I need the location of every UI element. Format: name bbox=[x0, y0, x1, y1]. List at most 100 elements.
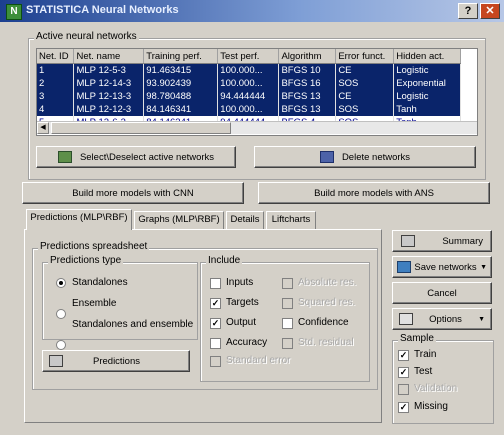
checkbox-targets-label: Targets bbox=[226, 297, 259, 308]
tab-liftcharts[interactable]: Liftcharts bbox=[266, 211, 316, 229]
table-cell: BFGS 10 bbox=[278, 63, 337, 77]
tab-graphs[interactable]: Graphs (MLP\RBF) bbox=[134, 211, 224, 229]
checkbox-confidence-label: Confidence bbox=[298, 317, 349, 328]
checkbox-missing[interactable]: ✓ bbox=[398, 402, 409, 413]
checkbox-test-label: Test bbox=[414, 366, 433, 377]
select-deselect-button[interactable]: Select\Deselect active networks bbox=[36, 146, 236, 168]
column-header[interactable]: Algorithm bbox=[278, 49, 337, 64]
table-cell: BFGS 13 bbox=[278, 103, 337, 116]
checkbox-std-residual bbox=[282, 338, 293, 349]
save-networks-button[interactable]: Save networks ▼ bbox=[392, 256, 492, 278]
table-cell: 100.000... bbox=[217, 103, 280, 116]
scroll-left-arrow[interactable]: ◀ bbox=[37, 122, 49, 134]
checkbox-confidence[interactable] bbox=[282, 318, 293, 329]
horizontal-scroll-thumb[interactable] bbox=[51, 122, 231, 134]
table-cell: 4 bbox=[37, 103, 75, 116]
checkbox-squared-res-label: Squared res. bbox=[298, 297, 356, 308]
app-icon: N bbox=[6, 4, 22, 20]
table-cell: CE bbox=[335, 90, 395, 103]
delete-table-icon bbox=[319, 151, 334, 163]
radio-standalones[interactable] bbox=[56, 278, 66, 288]
checkbox-accuracy-label: Accuracy bbox=[226, 337, 268, 348]
checkbox-inputs[interactable] bbox=[210, 278, 221, 289]
column-header[interactable]: Training perf. bbox=[143, 49, 219, 64]
options-button[interactable]: Options ▼ bbox=[392, 308, 492, 330]
table-cell: Logistic bbox=[393, 63, 461, 77]
close-button[interactable]: ✕ bbox=[480, 3, 500, 19]
column-header[interactable]: Net. ID bbox=[37, 49, 75, 64]
tab-predictions[interactable]: Predictions (MLP\RBF) bbox=[26, 209, 132, 230]
build-ans-button[interactable]: Build more models with ANS bbox=[258, 182, 490, 204]
delete-networks-label: Delete networks bbox=[341, 151, 411, 163]
radio-ensemble-label: Ensemble bbox=[72, 298, 117, 309]
table-cell: 1 bbox=[37, 63, 75, 77]
column-header[interactable]: Test perf. bbox=[217, 49, 280, 64]
checkbox-train-label: Train bbox=[414, 349, 437, 360]
table-cell: 2 bbox=[37, 77, 75, 90]
checkbox-output-label: Output bbox=[226, 317, 257, 328]
chevron-down-icon: ▼ bbox=[478, 315, 485, 323]
table-cell: CE bbox=[335, 63, 395, 77]
table-row[interactable]: 1 MLP 12-5-3 91.463415 100.000... BFGS 10 CE L… bbox=[37, 63, 461, 77]
checkbox-std-residual-label: Std. residual bbox=[298, 337, 354, 348]
checkbox-squared-res bbox=[282, 298, 293, 309]
radio-ensemble[interactable] bbox=[56, 309, 66, 319]
summary-icon bbox=[401, 235, 415, 247]
radio-standalones-and-ensemble[interactable] bbox=[56, 340, 66, 350]
table-cell: 91.463415 bbox=[143, 63, 219, 77]
checkbox-output[interactable]: ✓ bbox=[210, 318, 221, 329]
table-icon bbox=[57, 151, 72, 163]
predictions-spreadsheet-title: Predictions spreadsheet bbox=[38, 241, 150, 252]
checkbox-inputs-label: Inputs bbox=[226, 277, 254, 288]
options-label: Options bbox=[429, 313, 462, 325]
summary-button[interactable]: Summary bbox=[392, 230, 492, 252]
active-networks-title: Active neural networks bbox=[34, 31, 139, 42]
horizontal-scrollbar[interactable]: ◀ ▶ bbox=[37, 121, 477, 134]
options-icon bbox=[399, 313, 413, 325]
save-icon bbox=[397, 261, 411, 273]
checkbox-test[interactable]: ✓ bbox=[398, 367, 409, 378]
delete-networks-button[interactable]: Delete networks bbox=[254, 146, 476, 168]
build-ans-label: Build more models with ANS bbox=[314, 187, 434, 199]
checkbox-train[interactable]: ✓ bbox=[398, 350, 409, 361]
networks-grid[interactable]: Net. ID Net. name Training perf. Test perf.… bbox=[37, 49, 461, 129]
predictions-button-label: Predictions bbox=[93, 355, 140, 367]
table-cell: Tanh bbox=[393, 103, 461, 116]
spreadsheet-icon bbox=[49, 355, 63, 367]
summary-label: Summary bbox=[442, 235, 483, 247]
tab-details[interactable]: Details bbox=[226, 211, 264, 229]
table-cell: 84.146341 bbox=[143, 103, 219, 116]
networks-table[interactable]: Net. ID Net. name Training perf. Test perf.… bbox=[36, 48, 478, 136]
radio-standalones-and-ensemble-label: Standalones and ensemble bbox=[72, 319, 194, 330]
table-cell: Logistic bbox=[393, 90, 461, 103]
chevron-down-icon: ▼ bbox=[480, 263, 487, 271]
table-cell: SOS bbox=[335, 103, 395, 116]
column-header[interactable]: Net. name bbox=[73, 49, 145, 64]
checkbox-missing-label: Missing bbox=[414, 401, 448, 412]
cancel-button[interactable]: Cancel bbox=[392, 282, 492, 304]
table-row[interactable]: 4 MLP 12-12-3 84.146341 100.000... BFGS 13 SO… bbox=[37, 103, 461, 116]
build-cnn-button[interactable]: Build more models with CNN bbox=[22, 182, 244, 204]
include-title: Include bbox=[206, 255, 243, 266]
table-cell: 100.000... bbox=[217, 77, 280, 90]
table-cell: BFGS 13 bbox=[278, 90, 337, 103]
table-row[interactable]: 3 MLP 12-13-3 98.780488 94.444444 BFGS 13 CE L… bbox=[37, 90, 461, 103]
table-cell: 93.902439 bbox=[143, 77, 219, 90]
table-row[interactable]: 2 MLP 12-14-3 93.902439 100.000... BFGS 16 SO… bbox=[37, 77, 461, 90]
checkbox-accuracy[interactable] bbox=[210, 338, 221, 349]
checkbox-targets[interactable]: ✓ bbox=[210, 298, 221, 309]
column-header[interactable]: Error funct. bbox=[335, 49, 395, 64]
select-deselect-label: Select\Deselect active networks bbox=[79, 151, 215, 163]
predictions-button[interactable]: Predictions bbox=[42, 350, 190, 372]
sample-title: Sample bbox=[398, 333, 436, 344]
checkbox-standard-error bbox=[210, 356, 221, 367]
help-button[interactable]: ? bbox=[458, 3, 478, 19]
table-cell: MLP 12-12-3 bbox=[73, 103, 145, 116]
table-cell: MLP 12-5-3 bbox=[73, 63, 145, 77]
table-cell: MLP 12-13-3 bbox=[73, 90, 145, 103]
checkbox-standard-error-label: Standard error bbox=[226, 355, 291, 366]
column-header[interactable]: Hidden act. bbox=[393, 49, 461, 64]
table-cell: Exponential bbox=[393, 77, 461, 90]
table-cell: 100.000... bbox=[217, 63, 280, 77]
checkbox-validation bbox=[398, 384, 409, 395]
